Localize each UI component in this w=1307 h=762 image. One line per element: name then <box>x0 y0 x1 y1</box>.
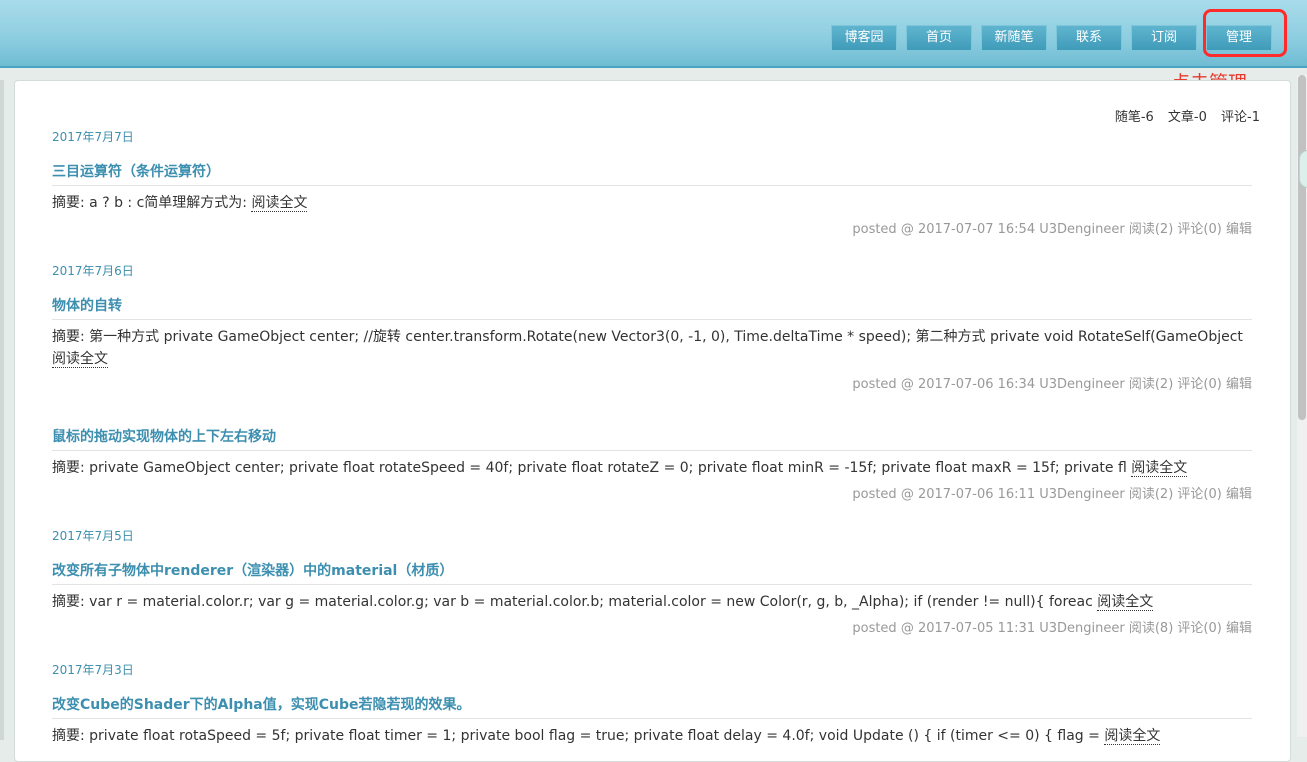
edit-link[interactable]: 编辑 <box>1226 621 1252 636</box>
summary-text: 摘要: a ? b : c简单理解方式为: <box>52 195 247 211</box>
post-title[interactable]: 改变Cube的Shader下的Alpha值，实现Cube若隐若现的效果。 <box>52 694 1252 719</box>
comments-link[interactable]: 评论(0) <box>1177 377 1221 392</box>
reads-link[interactable]: 阅读(2) <box>1129 222 1173 237</box>
post-title[interactable]: 物体的自转 <box>52 295 1252 320</box>
nav-new-post[interactable]: 新随笔 <box>981 25 1047 51</box>
comments-count: 评论-1 <box>1221 110 1260 125</box>
reads-link[interactable]: 阅读(2) <box>1129 487 1173 502</box>
post-title[interactable]: 改变所有子物体中renderer（渲染器）中的material（材质） <box>52 560 1252 585</box>
nav-contact[interactable]: 联系 <box>1056 25 1122 51</box>
scrollbar-thumb[interactable] <box>1298 75 1306 420</box>
read-more-link[interactable]: 阅读全文 <box>52 351 108 368</box>
summary-text: 摘要: 第一种方式 private GameObject center; //旋… <box>52 329 1243 345</box>
posted-info: posted @ 2017-07-07 16:54 U3Dengineer <box>852 222 1125 237</box>
nav-cnblogs[interactable]: 博客园 <box>831 25 897 51</box>
post-date: 2017年7月6日 <box>52 264 134 278</box>
edit-link[interactable]: 编辑 <box>1226 487 1252 502</box>
edit-link[interactable]: 编辑 <box>1226 222 1252 237</box>
summary-text: 摘要: private GameObject center; private f… <box>52 460 1127 476</box>
left-edge <box>0 80 4 740</box>
comments-link[interactable]: 评论(0) <box>1177 222 1221 237</box>
posts-count: 随笔-6 <box>1114 110 1154 125</box>
post-title[interactable]: 鼠标的拖动实现物体的上下左右移动 <box>52 426 1252 451</box>
post-meta: posted @ 2017-07-05 11:31 U3Dengineer 阅读… <box>852 617 1252 636</box>
read-more-link[interactable]: 阅读全文 <box>1097 594 1154 611</box>
posted-info: posted @ 2017-07-06 16:11 U3Dengineer <box>852 487 1125 502</box>
summary-text: 摘要: private float rotaSpeed = 5f; privat… <box>52 728 1100 744</box>
post-summary: 摘要: private GameObject center; private f… <box>52 457 1252 479</box>
edit-link[interactable]: 编辑 <box>1226 377 1252 392</box>
posted-info: posted @ 2017-07-06 16:34 U3Dengineer <box>852 377 1125 392</box>
post-meta: posted @ 2017-07-06 16:34 U3Dengineer 阅读… <box>852 373 1252 392</box>
post-date: 2017年7月3日 <box>52 663 134 677</box>
blog-stats: 随笔-6 文章-0 评论-1 <box>1105 106 1260 125</box>
articles-count: 文章-0 <box>1167 110 1207 125</box>
nav-subscribe[interactable]: 订阅 <box>1131 25 1197 51</box>
post-summary: 摘要: private float rotaSpeed = 5f; privat… <box>52 725 1252 747</box>
post-summary: 摘要: 第一种方式 private GameObject center; //旋… <box>52 326 1252 370</box>
reads-link[interactable]: 阅读(8) <box>1129 621 1173 636</box>
posted-info: posted @ 2017-07-05 11:31 U3Dengineer <box>852 621 1125 636</box>
read-more-link[interactable]: 阅读全文 <box>251 195 308 212</box>
side-float-button[interactable] <box>1299 150 1307 188</box>
post-meta: posted @ 2017-07-07 16:54 U3Dengineer 阅读… <box>852 218 1252 237</box>
post-title[interactable]: 三目运算符（条件运算符） <box>52 161 1252 186</box>
post-summary: 摘要: a ? b : c简单理解方式为: 阅读全文 <box>52 192 1252 214</box>
read-more-link[interactable]: 阅读全文 <box>1131 460 1188 477</box>
highlight-box <box>1203 9 1287 57</box>
comments-link[interactable]: 评论(0) <box>1177 621 1221 636</box>
summary-text: 摘要: var r = material.color.r; var g = ma… <box>52 594 1093 610</box>
blog-header: 博客园 首页 新随笔 联系 订阅 管理 <box>0 0 1307 68</box>
nav-home[interactable]: 首页 <box>906 25 972 51</box>
reads-link[interactable]: 阅读(2) <box>1129 377 1173 392</box>
main-content: 随笔-6 文章-0 评论-1 2017年7月7日 三目运算符（条件运算符） 摘要… <box>14 80 1291 762</box>
post-meta: posted @ 2017-07-06 16:11 U3Dengineer 阅读… <box>852 483 1252 502</box>
comments-link[interactable]: 评论(0) <box>1177 487 1221 502</box>
post-date: 2017年7月5日 <box>52 529 134 543</box>
post-date: 2017年7月7日 <box>52 130 134 144</box>
post-summary: 摘要: var r = material.color.r; var g = ma… <box>52 591 1252 613</box>
